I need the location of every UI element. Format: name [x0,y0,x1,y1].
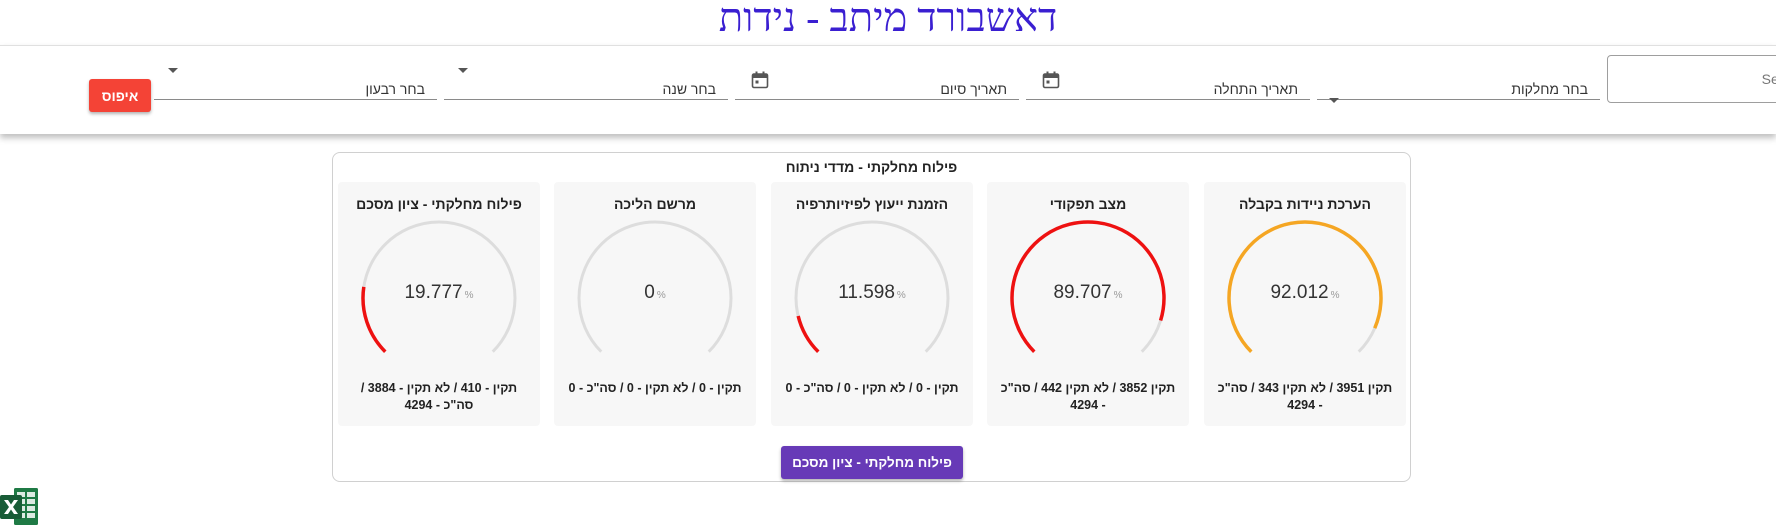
metric-card-counts: תקין - 410 / לא תקין - 3884 / סה"כ - 429… [360,381,518,412]
gauge-value: 19.777% [404,282,474,303]
analysis-panel: פילוח מחלקתי - מדדי ניתוח הערכת ניידות ב… [332,152,1411,482]
start-date-field[interactable]: תאריך התחלה [1026,66,1310,100]
start-date-label: תאריך התחלה [1213,81,1298,97]
summary-score-button[interactable]: פילוח מחלקתי - ציון מסכם [781,446,963,479]
calendar-icon[interactable] [1042,71,1060,89]
gauge-value: 11.598% [838,282,906,303]
metric-card-mobility-assessment: הערכת ניידות בקבלה 92.012% תקין 3951 / ל… [1204,182,1406,426]
gauge-value: 92.012% [1270,282,1340,303]
metric-card-title: פילוח מחלקתי - ציון מסכם [356,196,522,212]
metric-card-walking-prescription: מרשם הליכה 0% תקין - 0 / לא תקין - 0 / ס… [554,182,756,426]
page-title: דאשבורד מיתב - נידות [718,0,1058,40]
reset-button[interactable]: איפוס [89,79,151,112]
year-select-label: בחר שנה [662,81,717,97]
gauge-value: 89.707% [1053,282,1123,303]
percent-symbol: % [1113,290,1123,301]
gauge-value: 0% [644,282,666,303]
search-field[interactable] [1607,55,1776,103]
metric-card-functional-status: מצב תפקודי 89.707% תקין 3852 / לא תקין 4… [987,182,1189,426]
metric-card-title: הערכת ניידות בקבלה [1239,196,1371,212]
search-input[interactable] [1608,56,1776,102]
departments-select-label: בחר מחלקות [1511,81,1588,97]
quarter-select-label: בחר רבעון [365,81,425,97]
end-date-field[interactable]: תאריך סיום [735,66,1019,100]
metric-card-title: מרשם הליכה [613,196,697,212]
metric-card-counts: תקין 3951 / לא תקין 343 / סה"כ - 4294 [1217,381,1393,412]
metric-card-title: הזמנת ייעוץ לפיזיותרפיה [795,196,949,212]
calendar-icon[interactable] [751,71,769,89]
percent-symbol: % [1330,290,1340,301]
quarter-select[interactable]: בחר רבעון [154,66,437,100]
filter-bar: בחר מחלקות תאריך התחלה תאריך סיום בחר שנ… [0,45,1776,134]
excel-icon[interactable] [0,486,40,527]
chevron-down-icon [458,68,468,73]
metric-card-counts: תקין - 0 / לא תקין - 0 / סה"כ - 0 [568,381,742,395]
percent-symbol: % [656,290,666,301]
metric-card-title: מצב תפקודי [1049,196,1127,212]
percent-symbol: % [464,290,474,301]
metric-card-summary-score: פילוח מחלקתי - ציון מסכם 19.777% תקין - … [338,182,540,426]
year-select[interactable]: בחר שנה [444,66,728,100]
metric-card-physio-consult: הזמנת ייעוץ לפיזיותרפיה 11.598% תקין - 0… [771,182,973,426]
gauge-fill [796,315,820,353]
panel-title: פילוח מחלקתי - מדדי ניתוח [785,159,958,175]
metric-card-counts: תקין 3852 / לא תקין 442 / סה"כ - 4294 [1000,381,1176,412]
chevron-down-icon [1329,98,1339,103]
chevron-down-icon [168,68,178,73]
percent-symbol: % [896,290,906,301]
end-date-label: תאריך סיום [940,81,1007,97]
departments-select[interactable]: בחר מחלקות [1317,66,1600,103]
metric-card-counts: תקין - 0 / לא תקין - 0 / סה"כ - 0 [785,381,959,395]
